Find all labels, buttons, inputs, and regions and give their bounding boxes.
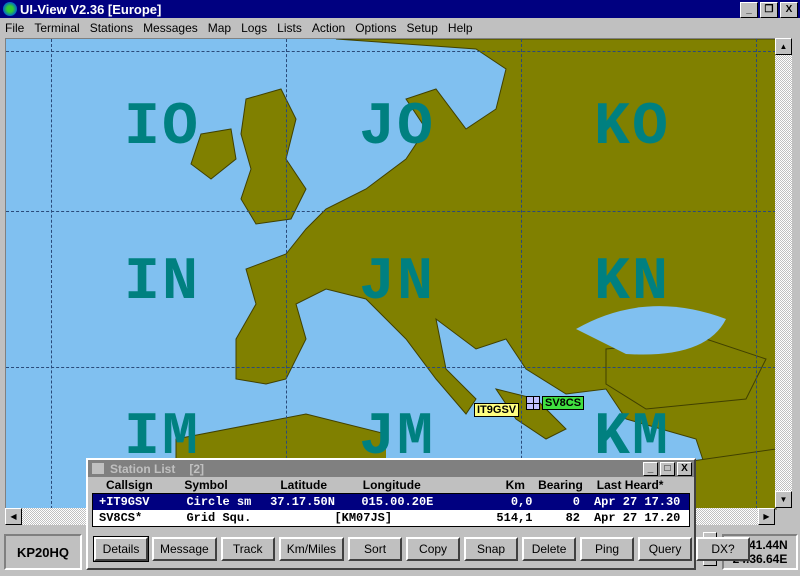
scroll-left-arrow-icon[interactable]: ◀ bbox=[5, 508, 22, 525]
menu-map[interactable]: Map bbox=[203, 21, 236, 35]
menu-terminal[interactable]: Terminal bbox=[29, 21, 84, 35]
close-button[interactable]: X bbox=[780, 2, 798, 18]
grid-label-in: IN bbox=[124, 249, 201, 317]
column-headers: Callsign Symbol Latitude Longitude Km Be… bbox=[92, 477, 690, 493]
scroll-up-arrow-icon[interactable]: ▲ bbox=[775, 38, 792, 55]
km-miles-button[interactable]: Km/Miles bbox=[278, 537, 345, 561]
col-bearing[interactable]: Bearing bbox=[525, 478, 583, 492]
scroll-down-arrow-icon[interactable]: ▼ bbox=[775, 491, 792, 508]
cell-latitude: 37.17.50N bbox=[270, 495, 335, 509]
list-close-button[interactable]: X bbox=[677, 462, 692, 476]
grid-label-kn: KN bbox=[594, 249, 671, 317]
col-km[interactable]: Km bbox=[450, 478, 525, 492]
menu-action[interactable]: Action bbox=[307, 21, 350, 35]
list-minimize-button[interactable]: _ bbox=[643, 462, 658, 476]
snap-button[interactable]: Snap bbox=[464, 537, 519, 561]
copy-button[interactable]: Copy bbox=[406, 537, 461, 561]
window-title: UI-View V2.36 [Europe] bbox=[20, 1, 162, 17]
cell-last-heard: Apr 27 17.30 bbox=[593, 495, 681, 509]
menu-messages[interactable]: Messages bbox=[138, 21, 203, 35]
menu-help[interactable]: Help bbox=[443, 21, 478, 35]
grid-label-jo: JO bbox=[359, 94, 436, 162]
station-list-toolbar: Details Message Track Km/Miles Sort Copy… bbox=[93, 536, 751, 562]
ping-button[interactable]: Ping bbox=[580, 537, 635, 561]
menu-options[interactable]: Options bbox=[350, 21, 401, 35]
menu-setup[interactable]: Setup bbox=[402, 21, 443, 35]
track-button[interactable]: Track bbox=[220, 537, 275, 561]
cell-km: 514,1 bbox=[496, 511, 533, 525]
grid-label-ko: KO bbox=[594, 94, 671, 162]
query-button[interactable]: Query bbox=[638, 537, 693, 561]
menu-bar: File Terminal Stations Messages Map Logs… bbox=[0, 18, 800, 37]
cell-symbol: Grid Squ. bbox=[186, 511, 252, 525]
grid-label-jn: JN bbox=[359, 249, 436, 317]
col-symbol[interactable]: Symbol bbox=[184, 478, 266, 492]
cell-symbol: Circle sm bbox=[186, 495, 252, 509]
title-bar: UI-View V2.36 [Europe] _ ❐ X bbox=[0, 0, 800, 18]
cell-last-heard: Apr 27 17.20 bbox=[593, 511, 681, 525]
delete-button[interactable]: Delete bbox=[522, 537, 577, 561]
app-globe-icon bbox=[3, 2, 17, 16]
col-longitude[interactable]: Longitude bbox=[357, 478, 451, 492]
station-list-window: Station List [2] _ □ X Callsign Symbol L… bbox=[86, 458, 751, 570]
map-canvas[interactable]: IO JO KO IN JN KN IM JM KM IT9GSV SV8CS bbox=[5, 38, 777, 510]
cell-callsign: +IT9GSV bbox=[99, 495, 150, 509]
station-label-sv8cs[interactable]: SV8CS bbox=[542, 396, 585, 410]
sort-button[interactable]: Sort bbox=[348, 537, 403, 561]
grid-square-symbol-icon[interactable] bbox=[526, 396, 540, 410]
message-button[interactable]: Message bbox=[152, 537, 217, 561]
menu-logs[interactable]: Logs bbox=[236, 21, 272, 35]
vertical-scrollbar[interactable]: ▲ ▼ bbox=[775, 38, 792, 508]
restore-button[interactable]: ❐ bbox=[760, 2, 778, 18]
cell-bearing: 82 bbox=[565, 511, 580, 525]
table-row[interactable]: +IT9GSV Circle sm 37.17.50N 015.00.20E 0… bbox=[93, 494, 689, 510]
station-list-title: Station List bbox=[110, 461, 176, 476]
details-button[interactable]: Details bbox=[93, 536, 149, 562]
station-count: [2] bbox=[189, 461, 205, 476]
station-table: +IT9GSV Circle sm 37.17.50N 015.00.20E 0… bbox=[92, 493, 690, 527]
scroll-right-arrow-icon[interactable]: ▶ bbox=[758, 508, 775, 525]
locator-display: KP20HQ bbox=[4, 534, 82, 570]
menu-lists[interactable]: Lists bbox=[272, 21, 307, 35]
grid-label-io: IO bbox=[124, 94, 201, 162]
cell-bearing: 0 bbox=[572, 495, 580, 509]
cell-callsign: SV8CS* bbox=[99, 511, 143, 525]
table-row[interactable]: SV8CS* Grid Squ. [KM07JS] 514,1 82 Apr 2… bbox=[93, 510, 689, 526]
window-icon bbox=[92, 463, 104, 474]
col-latitude[interactable]: Latitude bbox=[266, 478, 356, 492]
col-last-heard[interactable]: Last Heard* bbox=[583, 478, 690, 492]
menu-file[interactable]: File bbox=[0, 21, 29, 35]
dx-button[interactable]: DX? bbox=[696, 537, 751, 561]
menu-stations[interactable]: Stations bbox=[85, 21, 138, 35]
station-list-titlebar[interactable]: Station List [2] _ □ X bbox=[88, 460, 694, 477]
station-label-it9gsv[interactable]: IT9GSV bbox=[474, 403, 520, 417]
cell-km: 0,0 bbox=[510, 495, 533, 509]
cell-locator: [KM07JS] bbox=[334, 511, 393, 525]
cell-longitude: 015.00.20E bbox=[361, 495, 434, 509]
col-callsign[interactable]: Callsign bbox=[92, 478, 184, 492]
minimize-button[interactable]: _ bbox=[740, 2, 758, 18]
list-maximize-button[interactable]: □ bbox=[660, 462, 675, 476]
